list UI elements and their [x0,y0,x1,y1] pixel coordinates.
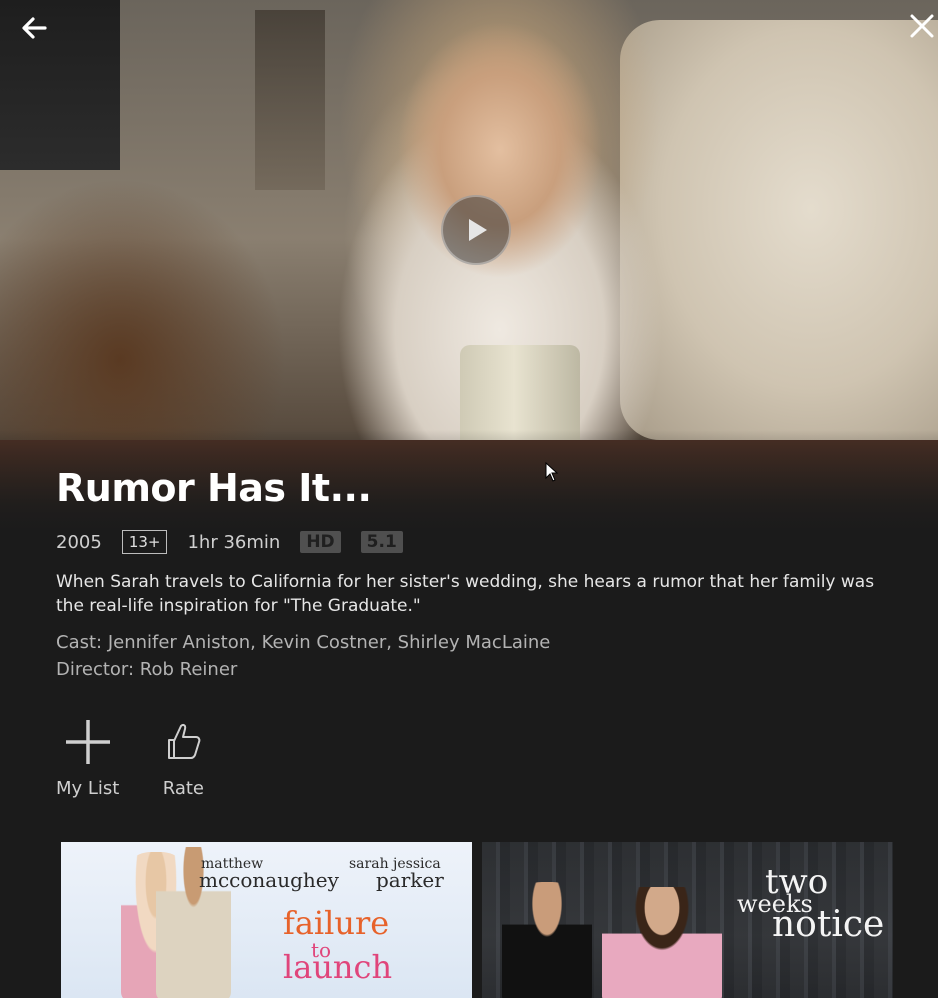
back-button[interactable] [14,8,54,48]
hd-badge: HD [300,531,341,553]
director-credit: Director: Rob Reiner [56,659,238,680]
play-button[interactable] [441,195,511,265]
cast-list: Cast: Jennifer Aniston, Kevin Costner, S… [56,632,551,653]
maturity-rating-badge: 13+ [121,530,168,554]
thumbs-up-icon [168,724,201,759]
rate-label: Rate [162,778,205,799]
release-year: 2005 [56,531,102,553]
arrow-left-icon [22,17,47,39]
close-button[interactable] [902,6,938,46]
runtime: 1hr 36min [187,531,281,553]
movie-synopsis: When Sarah travels to California for her… [56,572,875,616]
hero-image [0,0,938,530]
related-title-card[interactable]: two weeks notice [482,842,893,998]
audio-badge: 5.1 [360,531,403,553]
movie-metadata: 2005 13+ 1hr 36min HD 5.1 [56,528,423,556]
poster-title: notice [772,904,885,945]
poster-title: launch [283,948,393,986]
movie-title: Rumor Has It... [56,466,372,510]
action-bar: My List Rate [56,712,213,799]
plus-icon [65,720,110,764]
my-list-button[interactable]: My List [56,712,119,799]
related-titles-row: matthew mcconaughey sarah jessica parker… [61,842,893,998]
my-list-label: My List [56,778,120,799]
poster-credit: parker [376,868,444,892]
plus-icon-wrap [58,712,118,772]
mouse-cursor-icon [545,462,559,482]
related-title-card[interactable]: matthew mcconaughey sarah jessica parker… [61,842,472,998]
close-icon [910,14,934,38]
thumbs-up-icon-wrap [153,712,213,772]
rate-button[interactable]: Rate [153,712,213,799]
poster-title: failure [283,904,390,942]
play-icon [469,219,487,241]
poster-figure [602,887,722,998]
poster-figure [502,882,592,998]
poster-credit: mcconaughey [199,868,339,892]
